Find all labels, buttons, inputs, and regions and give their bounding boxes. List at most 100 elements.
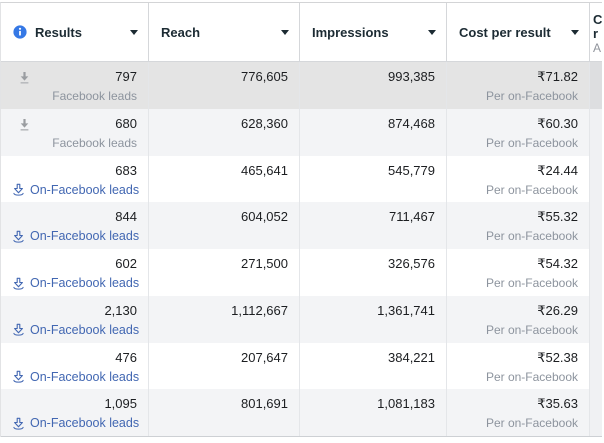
cost-per-result-value: ₹24.44 [458, 161, 578, 181]
download-icon [12, 370, 25, 384]
reach-value: 465,641 [160, 161, 288, 181]
cost-per-result-cell: ₹54.32 Per on-Facebook leads [447, 249, 590, 296]
impressions-value: 545,779 [311, 161, 435, 181]
results-cell: 680 Facebook leads Facebook leads [1, 109, 149, 156]
download-icon[interactable] [18, 71, 31, 85]
sort-arrow-icon[interactable] [571, 30, 579, 35]
sort-arrow-icon[interactable] [428, 30, 436, 35]
sort-arrow-icon[interactable] [281, 30, 289, 35]
ads-reporting-table: Results Reach Impressions Cost per resul… [0, 2, 602, 437]
impressions-value: 874,468 [311, 114, 435, 134]
download-icon [12, 417, 25, 431]
cost-per-result-cell: ₹55.32 Per on-Facebook leads [447, 202, 590, 249]
truncated-column-cell [590, 62, 602, 109]
link-label: On-Facebook leads [30, 181, 139, 200]
download-icon [12, 230, 25, 244]
cost-per-result-value: ₹54.32 [458, 254, 578, 274]
results-value: 2,130 [12, 301, 137, 321]
reach-value: 628,360 [160, 114, 288, 134]
truncated-column-cell [590, 156, 602, 203]
impressions-value: 384,221 [311, 348, 435, 368]
results-cell: 797 Facebook leads Facebook leads [1, 62, 149, 109]
cost-per-result-label: Per on-Facebook leads [458, 321, 578, 343]
results-value: 1,095 [12, 394, 137, 414]
on-facebook-leads-link[interactable]: On-Facebook leads [12, 321, 137, 340]
table-row: 844 On-Facebook leads On-Facebook leads … [1, 202, 602, 249]
cost-per-result-value: ₹26.29 [458, 301, 578, 321]
reach-value: 207,647 [160, 348, 288, 368]
results-cell: 602 On-Facebook leads On-Facebook leads [1, 249, 149, 296]
column-label: Cost per result [459, 25, 551, 40]
truncated-header-line: C [593, 13, 602, 27]
table-row: 2,130 On-Facebook leads On-Facebook lead… [1, 296, 602, 343]
cost-per-result-value: ₹71.82 [458, 67, 578, 87]
reach-cell: 1,112,667 [149, 296, 300, 343]
table-header-row: Results Reach Impressions Cost per resul… [1, 3, 602, 62]
column-header-results[interactable]: Results [1, 3, 149, 61]
link-label: On-Facebook leads [30, 368, 139, 387]
cost-per-result-cell: ₹24.44 Per on-Facebook leads [447, 156, 590, 203]
download-icon [12, 183, 25, 197]
table-row: 797 Facebook leads Facebook leads 776,60… [1, 62, 602, 109]
truncated-column-cell [590, 202, 602, 249]
truncated-column-cell [590, 109, 602, 156]
truncated-column-cell [590, 296, 602, 343]
cost-per-result-cell: ₹71.82 Per on-Facebook leads [447, 62, 590, 109]
results-value: 683 [12, 161, 137, 181]
cost-per-result-label: Per on-Facebook leads [458, 368, 578, 390]
cost-per-result-value: ₹35.63 [458, 394, 578, 414]
cost-per-result-label: Per on-Facebook leads [458, 181, 578, 203]
table-row: 683 On-Facebook leads On-Facebook leads … [1, 156, 602, 203]
column-header-reach[interactable]: Reach [149, 3, 300, 61]
impressions-value: 1,361,741 [311, 301, 435, 321]
on-facebook-leads-link[interactable]: On-Facebook leads [12, 414, 137, 433]
sort-arrow-icon[interactable] [130, 30, 138, 35]
impressions-value: 711,467 [311, 207, 435, 227]
results-cell: 476 On-Facebook leads On-Facebook leads [1, 343, 149, 390]
download-icon [12, 323, 25, 337]
column-header-cost-per-result[interactable]: Cost per result [447, 3, 590, 61]
reach-value: 776,605 [160, 67, 288, 87]
table-row: 680 Facebook leads Facebook leads 628,36… [1, 109, 602, 156]
results-value: 602 [12, 254, 137, 274]
impressions-cell: 711,467 [300, 202, 447, 249]
column-label: Reach [161, 25, 200, 40]
download-icon [12, 277, 25, 291]
cost-per-result-cell: ₹26.29 Per on-Facebook leads [447, 296, 590, 343]
reach-value: 271,500 [160, 254, 288, 274]
reach-cell: 628,360 [149, 109, 300, 156]
cost-per-result-label: Per on-Facebook leads [458, 87, 578, 109]
on-facebook-leads-link[interactable]: On-Facebook leads [12, 227, 137, 246]
download-icon[interactable] [18, 118, 31, 132]
impressions-cell: 874,468 [300, 109, 447, 156]
cost-per-result-value: ₹60.30 [458, 114, 578, 134]
table-row: 1,095 On-Facebook leads On-Facebook lead… [1, 389, 602, 436]
column-label: Impressions [312, 25, 389, 40]
results-cell: 1,095 On-Facebook leads On-Facebook lead… [1, 389, 149, 436]
link-label: On-Facebook leads [30, 321, 139, 340]
results-label: Facebook leads [12, 87, 137, 106]
column-header-impressions[interactable]: Impressions [300, 3, 447, 61]
on-facebook-leads-link[interactable]: On-Facebook leads [12, 181, 137, 200]
impressions-cell: 1,081,183 [300, 389, 447, 436]
impressions-cell: 1,361,741 [300, 296, 447, 343]
cost-per-result-value: ₹55.32 [458, 207, 578, 227]
table-row: 602 On-Facebook leads On-Facebook leads … [1, 249, 602, 296]
column-label: Results [35, 25, 82, 40]
cost-per-result-label: Per on-Facebook leads [458, 227, 578, 249]
impressions-value: 1,081,183 [311, 394, 435, 414]
results-cell: 844 On-Facebook leads On-Facebook leads [1, 202, 149, 249]
info-icon[interactable] [13, 25, 27, 39]
on-facebook-leads-link[interactable]: On-Facebook leads [12, 274, 137, 293]
results-cell: 683 On-Facebook leads On-Facebook leads [1, 156, 149, 203]
impressions-cell: 993,385 [300, 62, 447, 109]
link-label: On-Facebook leads [30, 274, 139, 293]
link-label: On-Facebook leads [30, 414, 139, 433]
on-facebook-leads-link[interactable]: On-Facebook leads [12, 368, 137, 387]
column-header-truncated[interactable]: C r A [590, 3, 602, 61]
truncated-column-cell [590, 343, 602, 390]
table-body: 797 Facebook leads Facebook leads 776,60… [1, 62, 602, 437]
truncated-header-line: r [593, 27, 602, 41]
table-row: 476 On-Facebook leads On-Facebook leads … [1, 343, 602, 390]
impressions-cell: 326,576 [300, 249, 447, 296]
